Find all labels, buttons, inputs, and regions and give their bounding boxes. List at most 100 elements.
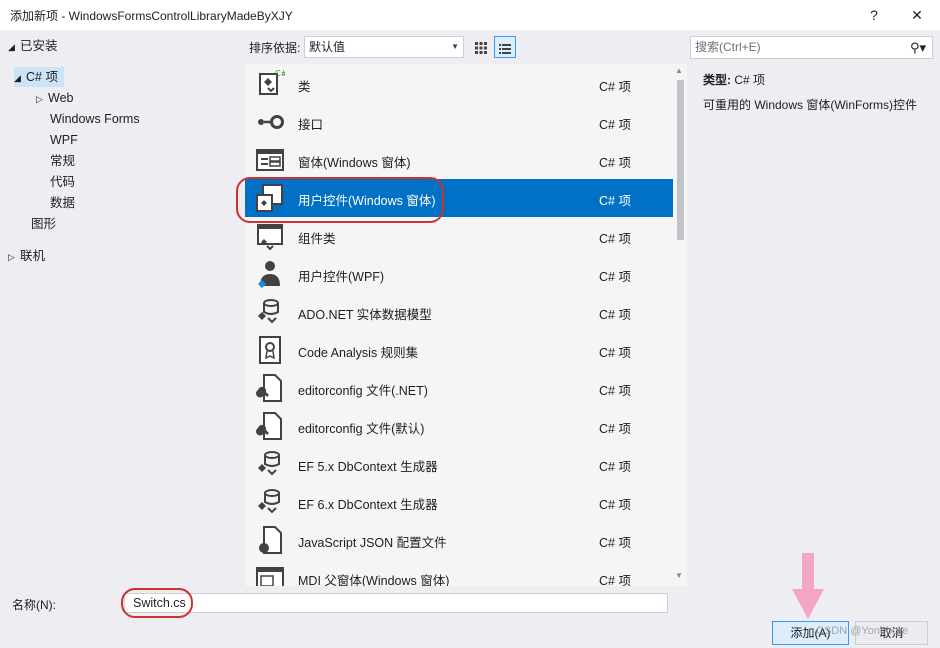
list-item[interactable]: Code Analysis 规则集 C# 项 bbox=[245, 331, 673, 369]
item-name: ADO.NET 实体数据模型 bbox=[298, 308, 432, 322]
title-bar: 添加新项 - WindowsFormsControlLibraryMadeByX… bbox=[0, 0, 940, 30]
item-name: 用户控件(WPF) bbox=[298, 270, 385, 284]
detail-description: 可重用的 Windows 窗体(WinForms)控件 bbox=[703, 98, 918, 112]
search-icon[interactable]: ⚲▾ bbox=[910, 37, 926, 58]
list-item[interactable]: ADO.NET 实体数据模型 C# 项 bbox=[245, 293, 673, 331]
tree-item-windows-forms[interactable]: Windows Forms bbox=[50, 109, 140, 129]
tree-item-csharp[interactable]: ◢ C# 项 bbox=[14, 67, 64, 87]
tree-item-data[interactable]: 数据 bbox=[50, 193, 75, 213]
category-tree: ◢ 已安装 ◢ C# 项 ▷ Web Windows Forms WPF 常规 代码 … bbox=[0, 30, 245, 586]
tree-item-label: 已安装 bbox=[20, 39, 58, 53]
item-type: C# 项 bbox=[599, 384, 631, 398]
item-type: C# 项 bbox=[599, 118, 631, 132]
list-item[interactable]: EF 5.x DbContext 生成器 C# 项 bbox=[245, 445, 673, 483]
wpf-user-control-icon bbox=[258, 261, 280, 288]
sort-label: 排序依据: bbox=[249, 41, 301, 55]
tree-item-installed[interactable]: ◢ 已安装 bbox=[8, 36, 58, 56]
scroll-down-icon[interactable]: ▼ bbox=[675, 571, 683, 580]
sort-dropdown[interactable]: 默认值 ▼ bbox=[304, 36, 464, 58]
template-list: C# 类 C# 项 接口 C# 项 窗体(Windows 窗体) C# 项 用户… bbox=[245, 64, 687, 586]
highlight-ring-name-field bbox=[121, 588, 193, 618]
tree-item-general[interactable]: 常规 bbox=[50, 151, 75, 171]
item-name: 接口 bbox=[298, 118, 324, 132]
pink-arrow-icon bbox=[792, 553, 824, 619]
item-type: C# 项 bbox=[599, 80, 631, 94]
form-icon bbox=[256, 149, 284, 171]
help-button[interactable]: ? bbox=[860, 4, 888, 26]
tree-item-wpf[interactable]: WPF bbox=[50, 130, 78, 150]
detail-type-label: 类型: bbox=[703, 73, 731, 87]
scroll-thumb[interactable] bbox=[677, 80, 684, 240]
item-name: MDI 父窗体(Windows 窗体) bbox=[298, 574, 450, 586]
item-type: C# 项 bbox=[599, 156, 631, 170]
sort-value: 默认值 bbox=[309, 40, 346, 54]
list-item[interactable]: 接口 C# 项 bbox=[245, 103, 673, 141]
item-type: C# 项 bbox=[599, 574, 631, 586]
editorconfig-icon bbox=[256, 412, 282, 440]
item-type: C# 项 bbox=[599, 536, 631, 550]
item-name: 窗体(Windows 窗体) bbox=[298, 156, 411, 170]
search-placeholder: 搜索(Ctrl+E) bbox=[695, 40, 761, 54]
search-input[interactable]: 搜索(Ctrl+E) ⚲▾ bbox=[690, 36, 933, 59]
ruleset-icon bbox=[259, 336, 281, 364]
tree-item-web[interactable]: ▷ Web bbox=[36, 88, 73, 108]
close-button[interactable]: ✕ bbox=[903, 4, 931, 26]
name-field[interactable]: Switch.cs bbox=[124, 593, 668, 613]
item-name: editorconfig 文件(.NET) bbox=[298, 384, 428, 398]
detail-type: 类型: C# 项 bbox=[703, 71, 765, 88]
tree-item-label: Web bbox=[48, 91, 74, 105]
name-label: 名称(N): bbox=[12, 598, 56, 612]
list-item[interactable]: JavaScript JSON 配置文件 C# 项 bbox=[245, 521, 673, 559]
list-item[interactable]: editorconfig 文件(默认) C# 项 bbox=[245, 407, 673, 445]
dbcontext-icon bbox=[258, 451, 280, 476]
grid-view-button[interactable] bbox=[470, 36, 492, 58]
tree-item-label: C# 项 bbox=[26, 70, 58, 84]
list-item[interactable]: EF 6.x DbContext 生成器 C# 项 bbox=[245, 483, 673, 521]
class-icon: C# bbox=[259, 69, 285, 95]
item-type: C# 项 bbox=[599, 308, 631, 322]
list-item[interactable]: C# 类 C# 项 bbox=[245, 65, 673, 103]
dbcontext-icon bbox=[258, 489, 280, 514]
list-item[interactable]: 用户控件(WPF) C# 项 bbox=[245, 255, 673, 293]
editorconfig-icon bbox=[256, 374, 282, 402]
list-item[interactable]: 窗体(Windows 窗体) C# 项 bbox=[245, 141, 673, 179]
item-name: 组件类 bbox=[298, 232, 336, 246]
chevron-down-icon: ▼ bbox=[451, 42, 459, 51]
tree-item-graphics[interactable]: 图形 bbox=[31, 214, 56, 234]
list-view-icon bbox=[499, 43, 511, 54]
tree-item-label: 联机 bbox=[20, 249, 46, 263]
list-item[interactable]: editorconfig 文件(.NET) C# 项 bbox=[245, 369, 673, 407]
tree-item-online[interactable]: ▷ 联机 bbox=[8, 246, 45, 266]
tree-item-code[interactable]: 代码 bbox=[50, 172, 75, 192]
interface-icon bbox=[258, 115, 284, 129]
item-name: EF 6.x DbContext 生成器 bbox=[298, 498, 438, 512]
expanded-arrow-icon[interactable]: ◢ bbox=[8, 37, 20, 57]
highlight-ring-user-control bbox=[236, 177, 444, 223]
item-type: C# 项 bbox=[599, 422, 631, 436]
component-icon bbox=[257, 224, 283, 251]
mdi-form-icon bbox=[256, 567, 284, 586]
item-type: C# 项 bbox=[599, 498, 631, 512]
item-name: EF 5.x DbContext 生成器 bbox=[298, 460, 438, 474]
grid-view-icon bbox=[475, 41, 487, 54]
entity-model-icon bbox=[258, 299, 279, 324]
list-view-button[interactable] bbox=[494, 36, 516, 58]
item-name: 类 bbox=[298, 80, 311, 94]
collapsed-arrow-icon[interactable]: ▷ bbox=[36, 89, 48, 109]
watermark: CSDN @Yonbbgre bbox=[816, 625, 909, 637]
item-type: C# 项 bbox=[599, 270, 631, 284]
svg-text:C#: C# bbox=[275, 69, 285, 78]
window-title: 添加新项 - WindowsFormsControlLibraryMadeByX… bbox=[10, 9, 293, 23]
item-type: C# 项 bbox=[599, 194, 631, 208]
item-type: C# 项 bbox=[599, 460, 631, 474]
detail-type-value: C# 项 bbox=[734, 73, 766, 87]
item-name: JavaScript JSON 配置文件 bbox=[298, 536, 447, 550]
scroll-up-icon[interactable]: ▲ bbox=[675, 66, 683, 75]
list-item[interactable]: MDI 父窗体(Windows 窗体) C# 项 bbox=[245, 559, 673, 586]
json-icon bbox=[259, 526, 282, 554]
item-type: C# 项 bbox=[599, 232, 631, 246]
item-name: editorconfig 文件(默认) bbox=[298, 422, 425, 436]
item-type: C# 项 bbox=[599, 346, 631, 360]
collapsed-arrow-icon[interactable]: ▷ bbox=[8, 247, 20, 267]
expanded-arrow-icon[interactable]: ◢ bbox=[14, 68, 26, 88]
